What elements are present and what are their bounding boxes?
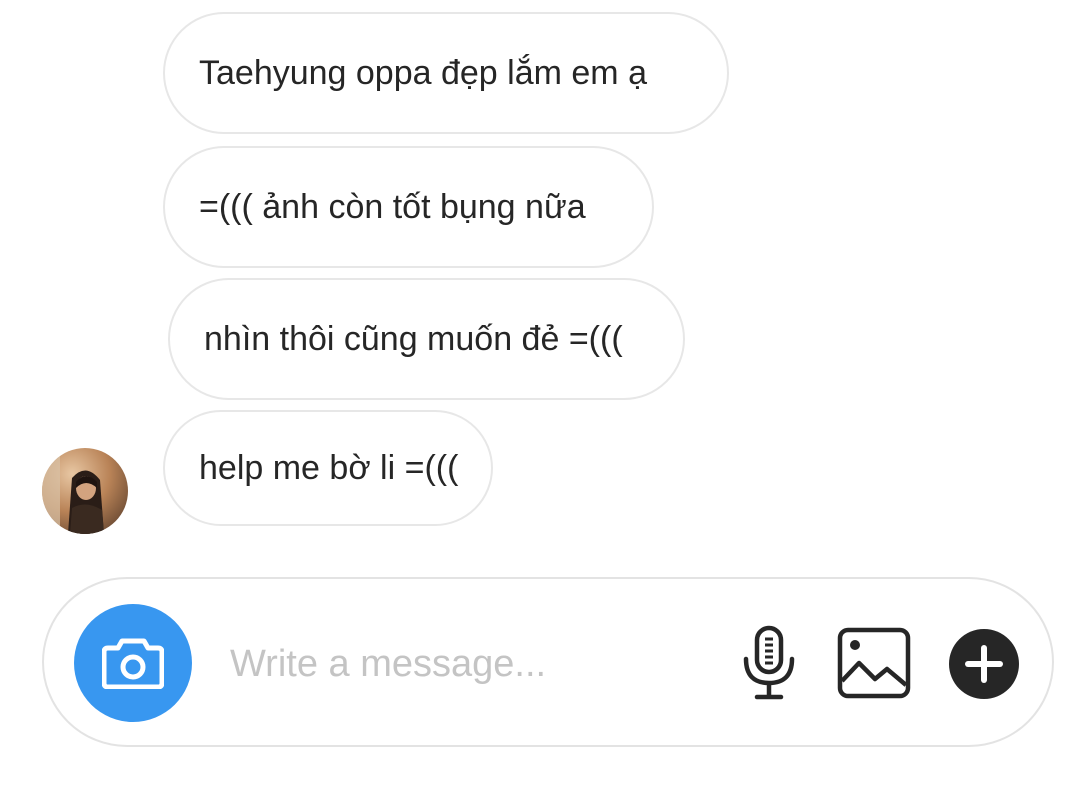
message-composer: [42, 577, 1054, 747]
microphone-button[interactable]: [732, 623, 806, 703]
message-bubble[interactable]: help me bờ li =(((: [163, 410, 493, 526]
avatar-photo: [42, 448, 128, 534]
camera-button[interactable]: [74, 604, 192, 722]
gallery-icon: [837, 627, 911, 699]
plus-icon: [949, 629, 1019, 699]
message-input[interactable]: [230, 634, 710, 694]
message-text: nhìn thôi cũng muốn đẻ =(((: [204, 319, 623, 358]
message-text: help me bờ li =(((: [199, 448, 459, 487]
camera-icon: [102, 638, 164, 689]
gallery-button[interactable]: [834, 625, 914, 701]
message-text: =((( ảnh còn tốt bụng nữa: [199, 187, 586, 226]
message-bubble[interactable]: nhìn thôi cũng muốn đẻ =(((: [168, 278, 685, 400]
microphone-icon: [743, 625, 795, 700]
message-bubble[interactable]: Taehyung oppa đẹp lắm em ạ: [163, 12, 729, 134]
sender-avatar[interactable]: [42, 448, 128, 534]
message-text: Taehyung oppa đẹp lắm em ạ: [199, 53, 647, 92]
more-button[interactable]: [946, 626, 1022, 702]
message-bubble[interactable]: =((( ảnh còn tốt bụng nữa: [163, 146, 654, 268]
